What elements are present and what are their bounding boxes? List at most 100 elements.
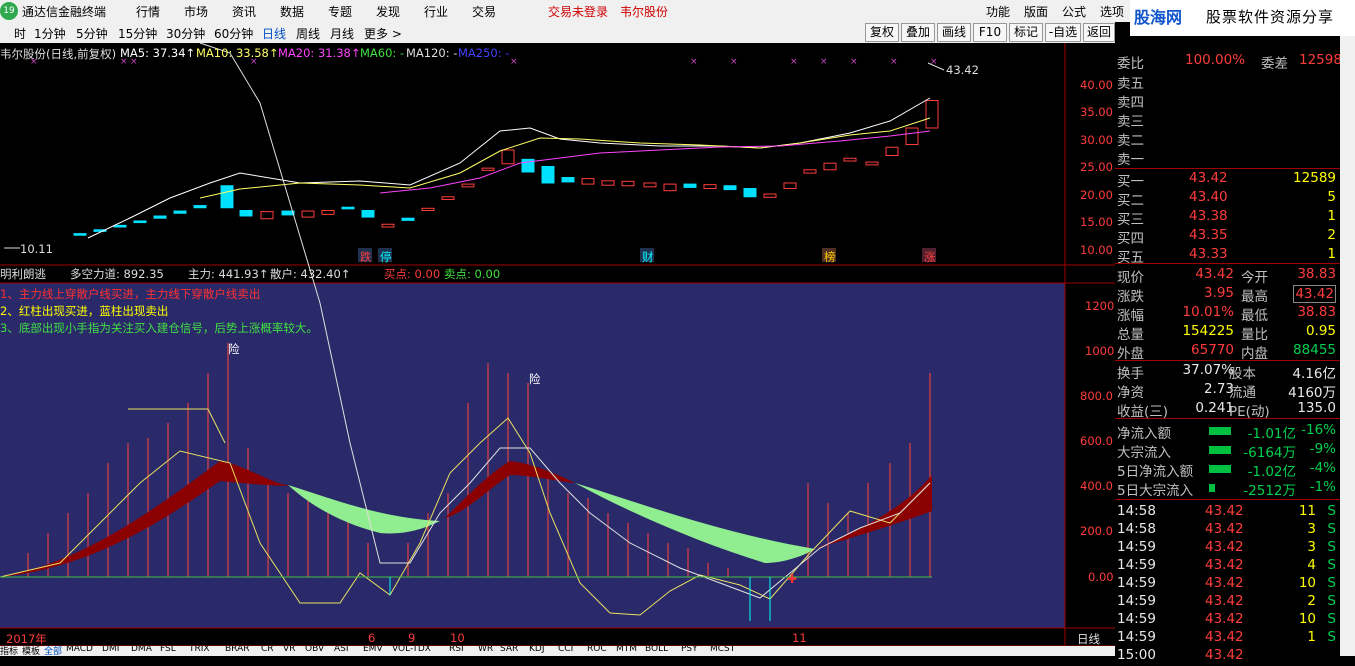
quote-panel: 委比 100.00% 委差 12598 卖五 卖四 卖三 卖二 卖一 买一 43.… [1115, 43, 1342, 663]
menu-gongshi[interactable]: 公式 [1062, 3, 1086, 20]
indicator-tab[interactable]: ROC [587, 646, 607, 654]
indicator-tab[interactable]: OBV [305, 646, 324, 654]
signal-mark: × [890, 57, 898, 67]
diejia-button[interactable]: 叠加 [901, 23, 935, 42]
quote-label: 涨幅 [1117, 308, 1144, 324]
quote-row: 外盘 65770 内盘 88455 [1115, 342, 1340, 362]
zixuan-button[interactable]: -自选 [1045, 23, 1081, 42]
sanhu-label: 散户: 432.40↑ [270, 267, 351, 281]
indicator-tab[interactable]: CR [261, 646, 274, 654]
tick-side: S [1327, 557, 1336, 573]
indicator-tab[interactable]: WR [478, 646, 493, 654]
period-more[interactable]: 更多 > [364, 25, 402, 42]
candle [220, 185, 234, 209]
indicator-tab[interactable]: BOLL [645, 646, 668, 654]
tick-volume: 11 [1298, 503, 1316, 519]
quote-label: 最低 [1241, 308, 1268, 324]
huaxian-button[interactable]: 画线 [937, 23, 971, 42]
chart-area[interactable]: × × × × × × × × × × × × ✚ [0, 43, 1115, 646]
indicator-tab[interactable]: DMA [131, 646, 152, 654]
flow-label: 大宗流入 [1117, 445, 1171, 461]
indicator-tab[interactable]: EMV [363, 646, 383, 654]
indicator-tab[interactable]: RSI [449, 646, 464, 654]
menu-app-name[interactable]: 通达信金融终端 [22, 3, 106, 20]
biaoji-button[interactable]: 标记 [1009, 23, 1043, 42]
period-15min[interactable]: 15分钟 [118, 25, 157, 42]
quote-label: 最高 [1241, 289, 1268, 305]
period-5min[interactable]: 5分钟 [76, 25, 108, 42]
period-day[interactable]: 日线 [262, 25, 286, 42]
menu-gongneng[interactable]: 功能 [986, 3, 1010, 20]
quote-value: 43.42 [1293, 285, 1336, 303]
indicator-tab[interactable]: KDJ [529, 646, 545, 654]
tick-time: 14:58 [1117, 503, 1156, 519]
buy-level-row[interactable]: 买二 43.40 5 [1115, 189, 1340, 209]
app-logo-icon: 19 [0, 2, 18, 20]
indicator-tab[interactable]: 全部 [44, 646, 62, 656]
buy-level-price: 43.38 [1189, 208, 1228, 224]
buy-level-label: 买三 [1117, 212, 1144, 228]
menu-shuju[interactable]: 数据 [280, 3, 304, 20]
tick-row: 14:59 43.42 10 S [1115, 611, 1340, 630]
menu-zixun[interactable]: 资讯 [232, 3, 256, 20]
tick-price: 43.42 [1205, 611, 1244, 627]
quote-label: 净资 [1117, 385, 1144, 401]
menu-xuanxiang[interactable]: 选项 [1100, 3, 1124, 20]
indicator-tab[interactable]: TRIX [189, 646, 210, 654]
menu-banmian[interactable]: 版面 [1024, 3, 1048, 20]
indicator-tab[interactable]: BRAR [225, 646, 249, 654]
buy-level-row[interactable]: 买一 43.42 12589 [1115, 170, 1340, 190]
quote-value: 43.42 [1195, 266, 1234, 282]
buy-level-volume: 1 [1327, 208, 1336, 224]
quote-label: 收益(三) [1117, 404, 1169, 420]
menu-zhuanti[interactable]: 专题 [328, 3, 352, 20]
period-shi[interactable]: 时 [14, 25, 26, 42]
flow-value: -1.02亿 [1247, 464, 1296, 480]
trade-login-status[interactable]: 交易未登录 [548, 3, 608, 20]
fanhui-button[interactable]: 返回 [1083, 23, 1115, 42]
buy-level-row[interactable]: 买三 43.38 1 [1115, 208, 1340, 228]
f10-button[interactable]: F10 [973, 23, 1007, 42]
buy-level-row[interactable]: 买四 43.35 2 [1115, 227, 1340, 247]
period-month[interactable]: 月线 [330, 25, 354, 42]
indicator-note-2: 2、红柱出现买进，蓝柱出现卖出 [0, 304, 169, 318]
indicator-tab[interactable]: MACD [66, 646, 93, 654]
buy-level-volume: 12589 [1293, 170, 1336, 186]
indicator-tab[interactable]: MTM [616, 646, 637, 654]
tick-row: 14:59 43.42 4 S [1115, 557, 1340, 576]
indicator-name[interactable]: 明利朗逃 [0, 266, 46, 282]
period-60min[interactable]: 60分钟 [214, 25, 253, 42]
indicator-tab[interactable]: 指标 [0, 646, 18, 656]
quote-label: 股本 [1229, 366, 1256, 382]
weicha-value: 12598 [1299, 52, 1342, 68]
menu-jiaoyi[interactable]: 交易 [472, 3, 496, 20]
tick-price: 43.42 [1205, 521, 1244, 537]
menu-hangye[interactable]: 行业 [424, 3, 448, 20]
menu-shichang[interactable]: 市场 [184, 3, 208, 20]
indicator-tab[interactable]: MCST [710, 646, 735, 654]
flow-value: -1.01亿 [1247, 426, 1296, 442]
period-30min[interactable]: 30分钟 [166, 25, 205, 42]
indicator-tab[interactable]: VOL-TDX [392, 646, 431, 654]
k-ytick: 35.00 [1080, 105, 1113, 119]
indicator-tab[interactable]: ASI [334, 646, 349, 654]
indicator-tab[interactable]: DMI [102, 646, 119, 654]
tick-time: 14:59 [1117, 593, 1156, 609]
signal-mark: × [820, 57, 828, 67]
indicator-tab[interactable]: VR [283, 646, 295, 654]
quote-row: 收益(三) 0.241 PE(动) 135.0 [1115, 400, 1340, 420]
menu-hangqing[interactable]: 行情 [136, 3, 160, 20]
fuquan-button[interactable]: 复权 [865, 23, 899, 42]
candle [193, 205, 207, 209]
indicator-tab[interactable]: PSY [681, 646, 698, 654]
indicator-tab[interactable]: FSL [160, 646, 176, 654]
weibi-label: 委比 [1117, 56, 1144, 72]
indicator-tab[interactable]: SAR [500, 646, 518, 654]
tick-side: S [1327, 575, 1336, 591]
indicator-tab[interactable]: CCI [558, 646, 573, 654]
period-week[interactable]: 周线 [296, 25, 320, 42]
period-1min[interactable]: 1分钟 [34, 25, 66, 42]
menu-faxian[interactable]: 发现 [376, 3, 400, 20]
candle [73, 233, 87, 236]
indicator-tab[interactable]: 模板 [22, 646, 40, 656]
